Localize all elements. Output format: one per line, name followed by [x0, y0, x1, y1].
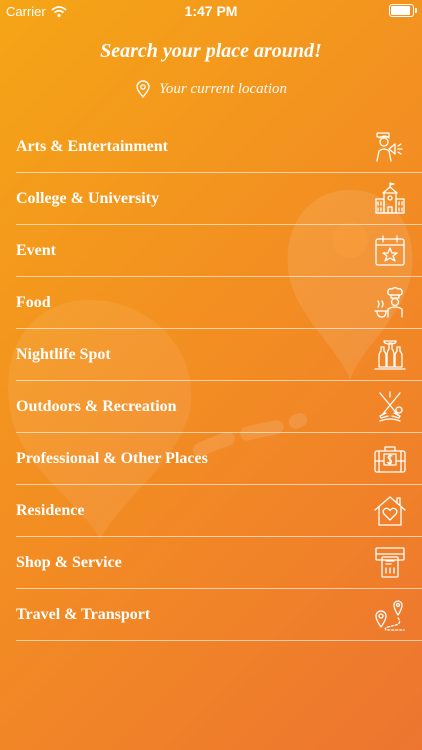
megaphone-person-icon	[372, 129, 408, 165]
calendar-star-icon	[372, 233, 408, 269]
category-row-nightlife[interactable]: Nightlife Spot	[16, 329, 422, 381]
category-row-food[interactable]: Food	[16, 277, 422, 329]
battery-icon	[389, 4, 417, 17]
current-location-button[interactable]: Your current location	[0, 80, 422, 98]
category-row-residence[interactable]: Residence	[16, 485, 422, 537]
chef-icon	[372, 285, 408, 321]
category-label: Nightlife Spot	[16, 345, 111, 363]
golf-icon	[372, 389, 408, 425]
category-row-shop[interactable]: Shop & Service	[16, 537, 422, 589]
status-bar: Carrier 1:47 PM	[0, 0, 422, 22]
category-list: Arts & Entertainment College & Universit…	[0, 121, 422, 641]
category-row-arts[interactable]: Arts & Entertainment	[16, 121, 422, 173]
category-label: Professional & Other Places	[16, 449, 208, 467]
status-time: 1:47 PM	[184, 3, 238, 19]
category-row-travel[interactable]: Travel & Transport	[16, 589, 422, 641]
route-pins-icon	[372, 597, 408, 633]
briefcase-dollar-icon	[372, 441, 408, 477]
atm-card-icon	[372, 545, 408, 581]
category-label: Shop & Service	[16, 553, 122, 571]
category-label: Event	[16, 241, 56, 259]
bottles-icon	[372, 337, 408, 373]
category-row-event[interactable]: Event	[16, 225, 422, 277]
category-row-outdoors[interactable]: Outdoors & Recreation	[16, 381, 422, 433]
category-label: Residence	[16, 501, 85, 519]
location-pin-icon	[136, 80, 150, 98]
house-heart-icon	[372, 493, 408, 529]
page-title: Search your place around!	[100, 40, 322, 62]
category-row-college[interactable]: College & University	[16, 173, 422, 225]
category-label: Food	[16, 293, 51, 311]
school-building-icon	[372, 181, 408, 217]
category-label: Outdoors & Recreation	[16, 397, 177, 415]
category-label: Arts & Entertainment	[16, 137, 168, 155]
category-row-professional[interactable]: Professional & Other Places	[16, 433, 422, 485]
category-label: College & University	[16, 189, 160, 207]
current-location-label: Your current location	[158, 80, 288, 97]
category-label: Travel & Transport	[16, 605, 151, 623]
